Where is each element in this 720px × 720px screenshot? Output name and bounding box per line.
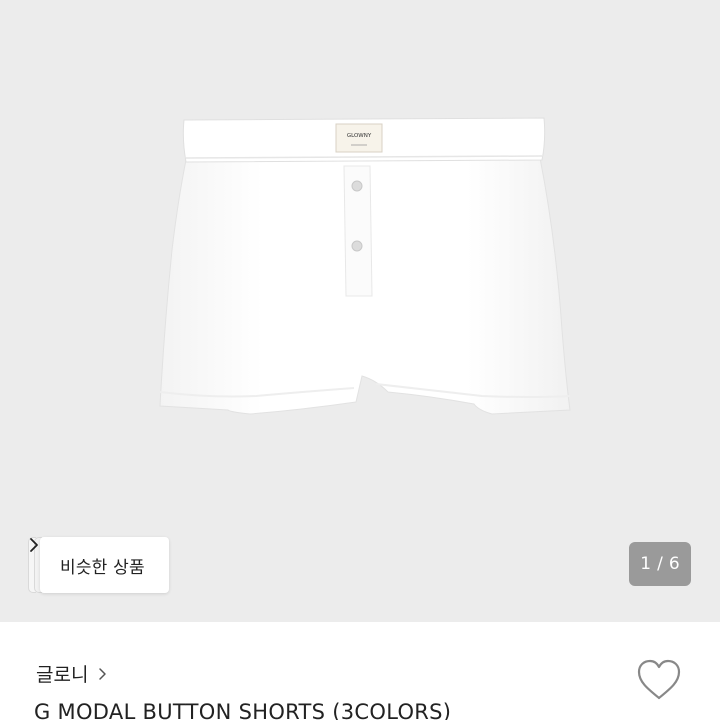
page-separator: /: [657, 554, 663, 574]
similar-products-button[interactable]: 비슷한 상품: [28, 537, 169, 593]
current-page: 1: [640, 554, 652, 574]
brand-link[interactable]: 글로니: [36, 660, 108, 687]
brand-name: 글로니: [36, 664, 89, 686]
heart-outline-icon[interactable]: [636, 658, 682, 702]
chevron-right-icon: [30, 538, 38, 552]
brand-tag-text: GLOWNY: [347, 133, 372, 139]
image-page-indicator: 1 / 6: [629, 542, 691, 586]
chevron-right-icon: [99, 667, 107, 680]
similar-products-main[interactable]: 비슷한 상품: [30, 537, 169, 593]
product-detail-page: GLOWNY 비슷한 상품 1 / 6 글로니 G MODAL BUTTON S…: [0, 0, 720, 720]
similar-products-label: 비슷한 상품: [60, 557, 145, 578]
product-photo: GLOWNY: [159, 117, 571, 415]
product-title: G MODAL BUTTON SHORTS (3COLORS): [34, 700, 452, 720]
total-pages: 6: [668, 554, 680, 574]
product-image-gallery[interactable]: GLOWNY 비슷한 상품 1 / 6: [0, 0, 720, 622]
